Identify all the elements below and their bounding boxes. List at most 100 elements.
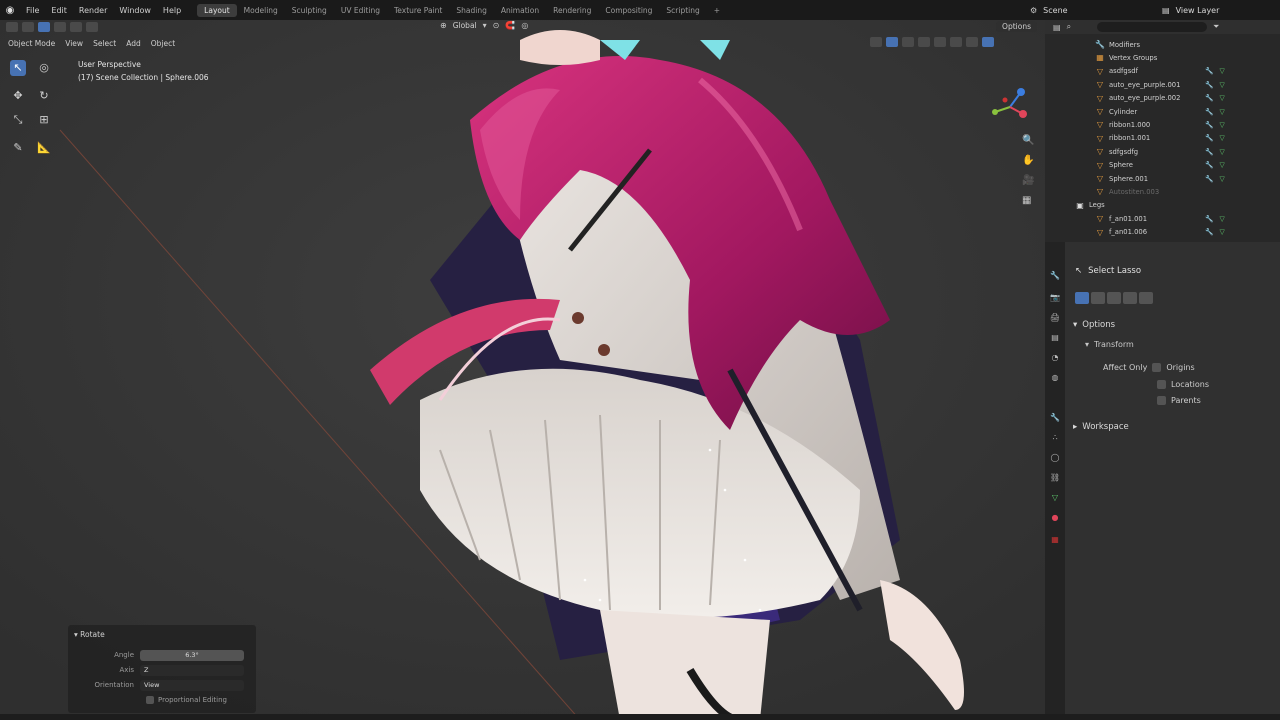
options-button[interactable]: Options bbox=[996, 21, 1037, 32]
outliner-item[interactable]: ▽ asdfgsdf 🔧 ▽ bbox=[1045, 65, 1280, 78]
object-data-icons[interactable]: 🔧 ▽ bbox=[1205, 108, 1225, 116]
object-data-icons[interactable]: 🔧 ▽ bbox=[1205, 228, 1225, 236]
orientation-dropdown[interactable]: View bbox=[140, 679, 244, 691]
object-data-icons[interactable]: 🔧 ▽ bbox=[1205, 81, 1225, 89]
material-tab-icon[interactable]: ● bbox=[1049, 512, 1061, 524]
angle-field[interactable]: 6.3° bbox=[140, 649, 244, 661]
scale-tool-icon[interactable]: ⤡ bbox=[10, 112, 26, 128]
tab-rendering[interactable]: Rendering bbox=[546, 4, 598, 17]
output-tab-icon[interactable]: 🖨 bbox=[1049, 312, 1061, 324]
zoom-icon[interactable]: 🔍 bbox=[1022, 135, 1034, 146]
tab-modeling[interactable]: Modeling bbox=[237, 4, 285, 17]
filter-icon[interactable]: ⌕ bbox=[1067, 22, 1071, 32]
physics-tab-icon[interactable]: ◯ bbox=[1049, 452, 1061, 464]
mode-set-button[interactable] bbox=[1075, 292, 1089, 304]
parents-checkbox[interactable] bbox=[1157, 396, 1166, 405]
menu-help[interactable]: Help bbox=[157, 6, 187, 15]
object-data-icons[interactable]: 🔧 ▽ bbox=[1205, 121, 1225, 129]
axis-field[interactable]: Z bbox=[140, 664, 244, 676]
proportional-edit-icon[interactable]: ◎ bbox=[521, 21, 528, 30]
mode-intersect-button[interactable] bbox=[1139, 292, 1153, 304]
object-data-icons[interactable]: 🔧 ▽ bbox=[1205, 215, 1225, 223]
pan-hand-icon[interactable]: ✋ bbox=[1022, 155, 1034, 166]
tab-scripting[interactable]: Scripting bbox=[659, 4, 706, 17]
options-section[interactable]: ▾ Options bbox=[1073, 320, 1115, 330]
workspace-section[interactable]: ▸ Workspace bbox=[1073, 422, 1129, 432]
outliner-item[interactable]: ▽ f_an01.001 🔧 ▽ bbox=[1045, 212, 1280, 225]
proportional-editing-checkbox[interactable]: Proportional Editing bbox=[146, 696, 227, 704]
tab-compositing[interactable]: Compositing bbox=[598, 4, 659, 17]
origins-checkbox[interactable] bbox=[1152, 363, 1162, 372]
menu-view[interactable]: View bbox=[65, 39, 83, 48]
outliner-item[interactable]: ▽ f_an01.006 🔧 ▽ bbox=[1045, 226, 1280, 239]
tab-layout[interactable]: Layout bbox=[197, 3, 237, 17]
mode-subtract-button[interactable] bbox=[1107, 292, 1121, 304]
outliner-item[interactable]: ▣ Legs bbox=[1045, 199, 1280, 212]
object-data-icons[interactable]: 🔧 ▽ bbox=[1205, 175, 1225, 183]
select-mode-subtract-button[interactable] bbox=[70, 22, 82, 32]
outliner-item[interactable]: ▽ Cylinder 🔧 ▽ bbox=[1045, 105, 1280, 118]
particles-tab-icon[interactable]: ∴ bbox=[1049, 432, 1061, 444]
outliner-item[interactable]: ▽ Sphere 🔧 ▽ bbox=[1045, 159, 1280, 172]
object-data-icons[interactable]: 🔧 ▽ bbox=[1205, 67, 1225, 75]
outliner-item[interactable]: ▦ Vertex Groups bbox=[1045, 51, 1280, 64]
rotate-panel-title[interactable]: ▾ Rotate bbox=[74, 630, 105, 639]
select-mode-invert-button[interactable] bbox=[86, 22, 98, 32]
measure-tool-icon[interactable]: 📐 bbox=[36, 140, 52, 156]
mode-extend-button[interactable] bbox=[1091, 292, 1105, 304]
snap-icon[interactable]: 🧲 bbox=[505, 21, 515, 30]
world-tab-icon[interactable]: ◍ bbox=[1049, 372, 1061, 384]
outliner-search-input[interactable] bbox=[1097, 22, 1208, 32]
gizmo-toggle-icon[interactable] bbox=[886, 37, 898, 47]
scene-tab-icon[interactable]: ◔ bbox=[1049, 352, 1061, 364]
tab-uv-editing[interactable]: UV Editing bbox=[334, 4, 387, 17]
rotate-tool-icon[interactable]: ↻ bbox=[36, 88, 52, 104]
checkbox-box[interactable] bbox=[146, 696, 154, 704]
mode-difference-button[interactable] bbox=[1123, 292, 1137, 304]
navigation-gizmo[interactable] bbox=[985, 82, 1035, 132]
object-data-icons[interactable]: 🔧 ▽ bbox=[1205, 148, 1225, 156]
tab-animation[interactable]: Animation bbox=[494, 4, 546, 17]
visibility-icon[interactable] bbox=[870, 37, 882, 47]
camera-icon[interactable]: 🎥 bbox=[1022, 175, 1034, 186]
menu-add[interactable]: Add bbox=[126, 39, 141, 48]
tab-texture-paint[interactable]: Texture Paint bbox=[387, 4, 449, 17]
view-layer-selector[interactable]: ▤ View Layer bbox=[1162, 2, 1278, 18]
locations-checkbox[interactable] bbox=[1157, 380, 1166, 389]
menu-render[interactable]: Render bbox=[73, 6, 113, 15]
tab-sculpting[interactable]: Sculpting bbox=[285, 4, 334, 17]
blender-logo-icon[interactable]: ◉ bbox=[0, 5, 20, 16]
move-tool-icon[interactable]: ✥ bbox=[10, 88, 26, 104]
material-shading-icon[interactable] bbox=[966, 37, 978, 47]
outliner-editor-icon[interactable]: ▤ bbox=[1053, 23, 1061, 32]
modifier-tab-icon[interactable]: 🔧 bbox=[1049, 412, 1061, 424]
outliner-item[interactable]: ▽ ribbon1.000 🔧 ▽ bbox=[1045, 118, 1280, 131]
outliner-item[interactable]: 🔧 Modifiers bbox=[1045, 38, 1280, 51]
solid-shading-icon[interactable] bbox=[950, 37, 962, 47]
transform-tool-icon[interactable]: ⊞ bbox=[36, 112, 52, 128]
select-mode-new-button[interactable] bbox=[38, 22, 50, 32]
cursor-tool-icon[interactable]: ◎ bbox=[36, 60, 52, 76]
constraints-tab-icon[interactable]: ⛓ bbox=[1049, 472, 1061, 484]
wireframe-shading-icon[interactable] bbox=[934, 37, 946, 47]
outliner-item[interactable]: ▽ sdfgsdfg 🔧 ▽ bbox=[1045, 145, 1280, 158]
outliner-item[interactable]: ▽ Sphere.001 🔧 ▽ bbox=[1045, 172, 1280, 185]
pivot-icon[interactable]: ⊙ bbox=[493, 21, 500, 30]
select-box-mode-button[interactable] bbox=[22, 22, 34, 32]
outliner-item[interactable]: ▽ Autostiten.003 bbox=[1045, 185, 1280, 198]
menu-window[interactable]: Window bbox=[113, 6, 157, 15]
outliner-item[interactable]: ▽ auto_eye_purple.002 🔧 ▽ bbox=[1045, 92, 1280, 105]
3d-viewport[interactable]: ⊕ Global ▾ ⊙ 🧲 ◎ Options Object Mode Vie… bbox=[0, 20, 1045, 720]
select-mode-extend-button[interactable] bbox=[54, 22, 66, 32]
menu-file[interactable]: File bbox=[20, 6, 45, 15]
grid-icon[interactable]: ▦ bbox=[1022, 195, 1034, 206]
object-data-icons[interactable]: 🔧 ▽ bbox=[1205, 161, 1225, 169]
overlay-toggle-icon[interactable] bbox=[902, 37, 914, 47]
data-tab-icon[interactable]: ▽ bbox=[1049, 492, 1061, 504]
annotate-tool-icon[interactable]: ✎ bbox=[10, 140, 26, 156]
transform-subsection[interactable]: ▾ Transform bbox=[1085, 340, 1134, 349]
texture-tab-icon[interactable]: ▦ bbox=[1049, 534, 1061, 546]
object-data-icons[interactable]: 🔧 ▽ bbox=[1205, 134, 1225, 142]
scene-selector[interactable]: ⚙ Scene bbox=[1030, 2, 1150, 18]
select-tool-icon[interactable]: ↖ bbox=[10, 60, 26, 76]
